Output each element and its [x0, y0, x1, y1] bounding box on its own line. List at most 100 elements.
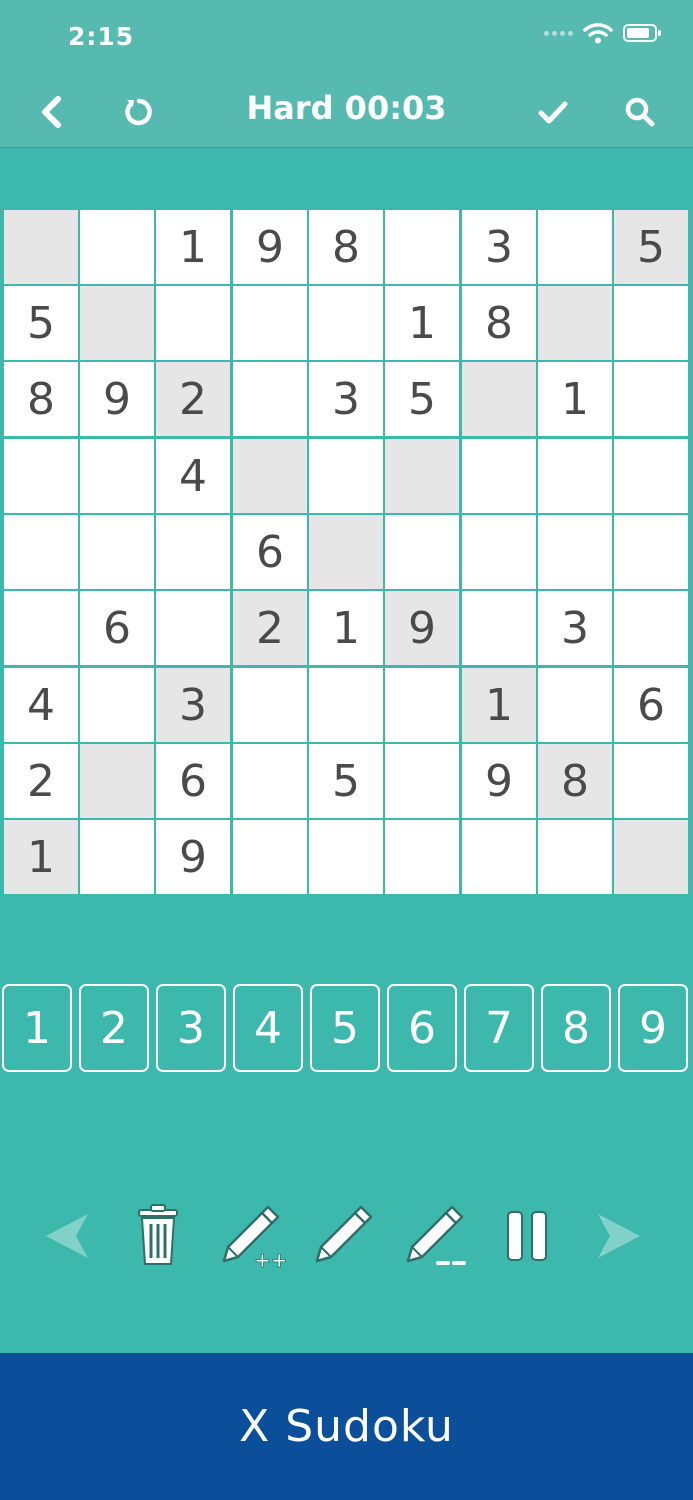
board-cell[interactable]	[233, 668, 307, 742]
board-cell[interactable]	[385, 210, 459, 284]
board-cell[interactable]	[538, 820, 612, 894]
board-cell[interactable]: 1	[538, 362, 612, 436]
board-cell[interactable]: 8	[538, 744, 612, 818]
board-cell[interactable]	[462, 362, 536, 436]
board-cell[interactable]	[538, 210, 612, 284]
board-cell[interactable]: 1	[462, 668, 536, 742]
board-cell[interactable]	[385, 820, 459, 894]
board-cell[interactable]	[80, 286, 154, 360]
board-cell[interactable]: 3	[156, 668, 230, 742]
board-cell[interactable]: 2	[233, 591, 307, 665]
number-key-3[interactable]: 3	[156, 984, 226, 1072]
board-cell[interactable]	[309, 286, 383, 360]
board-cell[interactable]: 5	[4, 286, 78, 360]
board-cell[interactable]	[538, 439, 612, 513]
number-key-5[interactable]: 5	[310, 984, 380, 1072]
board-cell[interactable]: 6	[614, 668, 688, 742]
board-cell[interactable]	[309, 668, 383, 742]
board-cell[interactable]	[156, 515, 230, 589]
board-cell[interactable]	[80, 210, 154, 284]
board-cell[interactable]	[233, 820, 307, 894]
board-cell[interactable]	[233, 439, 307, 513]
board-cell[interactable]	[4, 210, 78, 284]
board-cell[interactable]	[385, 668, 459, 742]
erase-button[interactable]	[120, 1196, 196, 1276]
board-cell[interactable]: 3	[309, 362, 383, 436]
board-cell[interactable]	[233, 286, 307, 360]
board-cell[interactable]	[309, 515, 383, 589]
pencil-button[interactable]	[306, 1196, 382, 1276]
board-cell[interactable]: 9	[233, 210, 307, 284]
board-cell[interactable]	[614, 439, 688, 513]
board-cell[interactable]: 4	[4, 668, 78, 742]
board-cell[interactable]	[385, 515, 459, 589]
board-cell[interactable]: 9	[156, 820, 230, 894]
board-cell[interactable]: 2	[4, 744, 78, 818]
board-cell[interactable]: 3	[538, 591, 612, 665]
number-key-6[interactable]: 6	[387, 984, 457, 1072]
check-button[interactable]	[528, 87, 578, 137]
board-cell[interactable]	[614, 591, 688, 665]
board-cell[interactable]: 3	[462, 210, 536, 284]
notes-add-button[interactable]: ++	[214, 1196, 290, 1276]
board-cell[interactable]	[80, 744, 154, 818]
board-cell[interactable]	[80, 668, 154, 742]
board-cell[interactable]	[462, 820, 536, 894]
board-cell[interactable]	[80, 515, 154, 589]
board-cell[interactable]: 5	[385, 362, 459, 436]
board-cell[interactable]	[4, 591, 78, 665]
board-cell[interactable]	[462, 439, 536, 513]
board-cell[interactable]: 2	[156, 362, 230, 436]
board-cell[interactable]: 1	[309, 591, 383, 665]
board-cell[interactable]: 8	[462, 286, 536, 360]
board-cell[interactable]	[233, 744, 307, 818]
board-cell[interactable]: 9	[80, 362, 154, 436]
board-cell[interactable]: 9	[462, 744, 536, 818]
board-cell[interactable]	[385, 439, 459, 513]
board-cell[interactable]	[80, 439, 154, 513]
board-cell[interactable]	[4, 515, 78, 589]
board-cell[interactable]	[614, 820, 688, 894]
board-cell[interactable]: 8	[4, 362, 78, 436]
number-key-1[interactable]: 1	[2, 984, 72, 1072]
board-cell[interactable]: 6	[233, 515, 307, 589]
board-cell[interactable]: 5	[309, 744, 383, 818]
hint-search-button[interactable]	[615, 87, 665, 137]
board-cell[interactable]	[614, 515, 688, 589]
number-key-8[interactable]: 8	[541, 984, 611, 1072]
board-cell[interactable]: 1	[156, 210, 230, 284]
board-cell[interactable]	[538, 668, 612, 742]
number-key-7[interactable]: 7	[464, 984, 534, 1072]
board-cell[interactable]	[233, 362, 307, 436]
board-cell[interactable]: 9	[385, 591, 459, 665]
board-cell[interactable]: 8	[309, 210, 383, 284]
board-cell[interactable]	[156, 591, 230, 665]
board-cell[interactable]: 6	[80, 591, 154, 665]
pause-button[interactable]	[490, 1196, 566, 1276]
number-key-9[interactable]: 9	[618, 984, 688, 1072]
number-key-2[interactable]: 2	[79, 984, 149, 1072]
checkmark-icon	[538, 101, 568, 124]
board-cell[interactable]	[4, 439, 78, 513]
board-cell[interactable]	[309, 820, 383, 894]
board-cell[interactable]	[614, 744, 688, 818]
board-cell[interactable]	[462, 515, 536, 589]
number-key-4[interactable]: 4	[233, 984, 303, 1072]
board-cell[interactable]	[614, 286, 688, 360]
board-cell[interactable]	[614, 362, 688, 436]
board-cell[interactable]: 6	[156, 744, 230, 818]
board-cell[interactable]	[462, 591, 536, 665]
board-cell[interactable]: 5	[614, 210, 688, 284]
board-cell[interactable]	[156, 286, 230, 360]
board-cell[interactable]: 1	[385, 286, 459, 360]
previous-button[interactable]	[30, 1196, 106, 1276]
notes-remove-button[interactable]	[398, 1196, 474, 1276]
board-cell[interactable]: 4	[156, 439, 230, 513]
board-cell[interactable]	[309, 439, 383, 513]
board-cell[interactable]	[538, 286, 612, 360]
board-cell[interactable]	[385, 744, 459, 818]
board-cell[interactable]: 1	[4, 820, 78, 894]
board-cell[interactable]	[538, 515, 612, 589]
board-cell[interactable]	[80, 820, 154, 894]
next-button[interactable]	[580, 1196, 656, 1276]
